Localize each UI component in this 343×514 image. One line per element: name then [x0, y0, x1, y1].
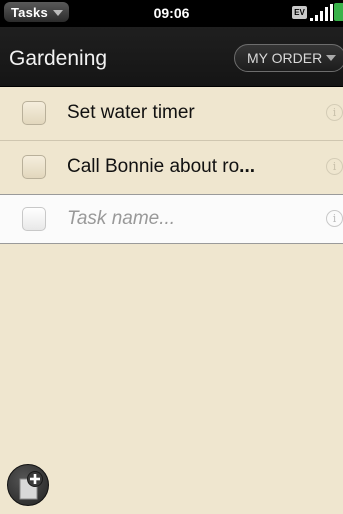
new-task-checkbox[interactable] — [22, 207, 46, 231]
chevron-down-icon — [326, 55, 337, 61]
task-row[interactable]: Call Bonnie about ro... i — [0, 141, 343, 195]
task-row[interactable]: Set water timer i — [0, 87, 343, 141]
task-checkbox[interactable] — [22, 101, 46, 125]
add-task-icon — [19, 471, 43, 500]
task-checkbox[interactable] — [22, 155, 46, 179]
signal-bars-icon — [310, 4, 333, 21]
task-list: Set water timer i Call Bonnie about ro..… — [0, 87, 343, 244]
info-icon[interactable]: i — [326, 104, 343, 121]
task-title: Call Bonnie about ro... — [67, 156, 255, 178]
sort-order-button[interactable]: MY ORDER — [234, 44, 343, 72]
sort-order-label: MY ORDER — [247, 50, 323, 66]
new-task-input[interactable]: Task name... — [67, 208, 175, 230]
task-title-text: Set water timer — [67, 102, 195, 123]
status-bar: Tasks 09:06 EV — [0, 0, 343, 27]
list-title: Gardening — [9, 47, 108, 70]
new-task-row[interactable]: Task name... i — [0, 194, 343, 244]
network-type-badge: EV — [292, 6, 307, 19]
info-icon[interactable]: i — [326, 158, 343, 175]
task-title-text: Call Bonnie about ro — [67, 156, 240, 177]
task-title-ellipsis: ... — [239, 156, 256, 177]
battery-icon — [334, 3, 343, 21]
header-bar: Gardening MY ORDER — [0, 27, 343, 87]
info-icon[interactable]: i — [326, 210, 343, 227]
task-title: Set water timer — [67, 102, 195, 124]
add-task-button[interactable] — [7, 464, 49, 506]
network-type-label: EV — [294, 8, 305, 17]
